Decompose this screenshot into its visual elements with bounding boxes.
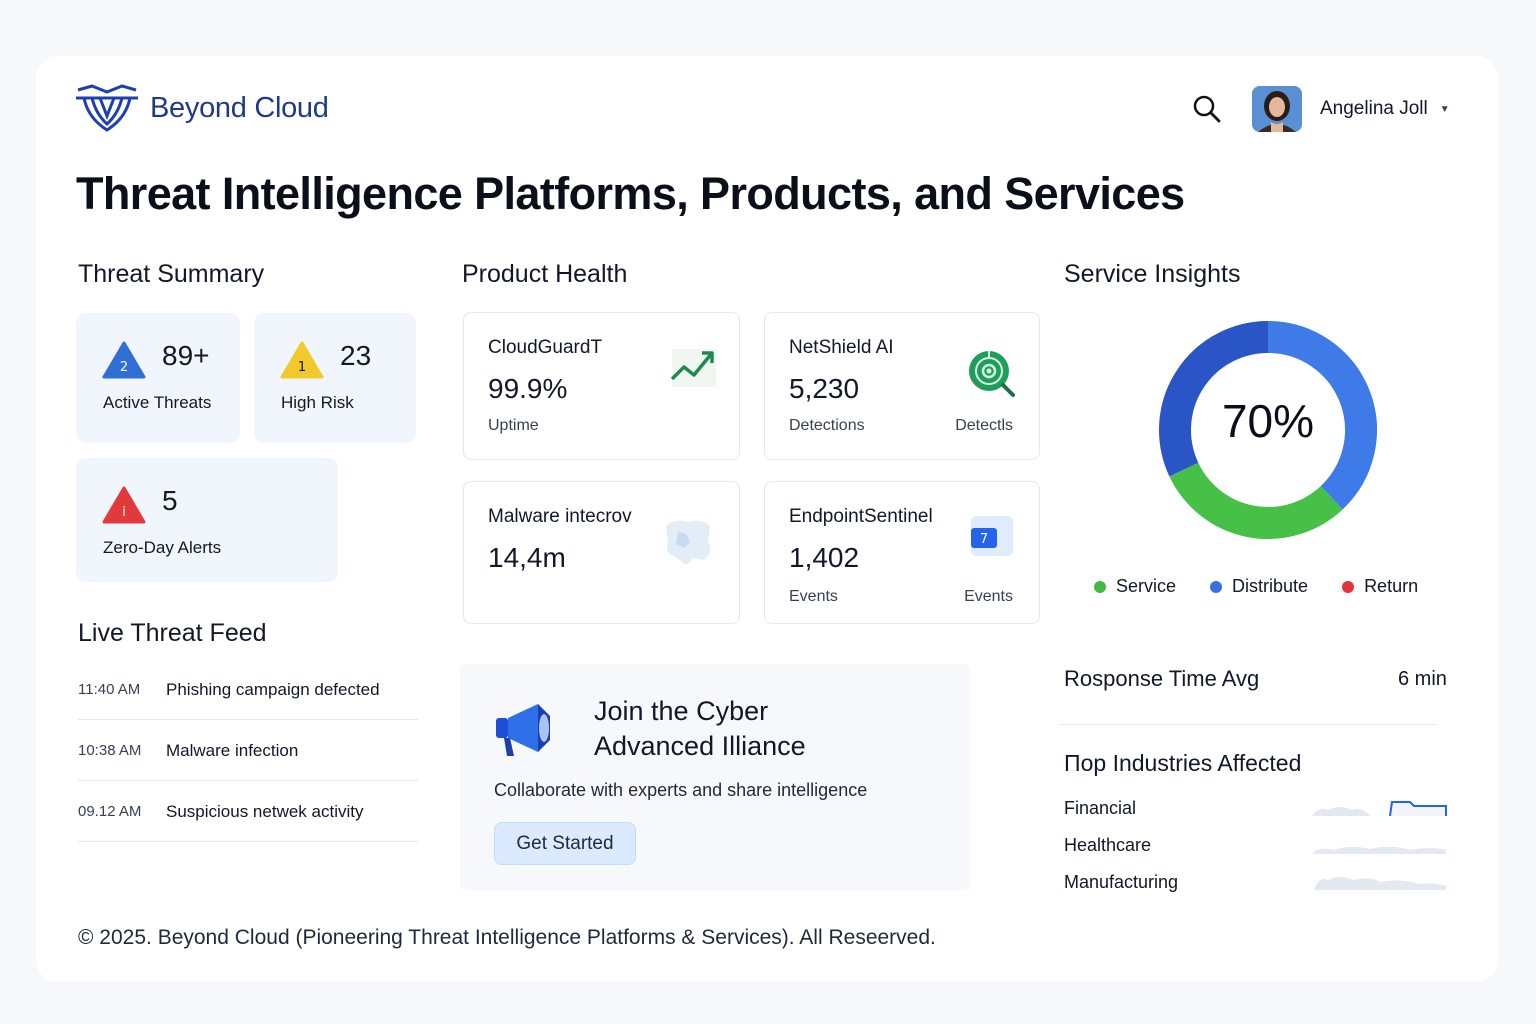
legend-dot <box>1210 580 1223 593</box>
calendar-icon: 7 <box>971 516 1013 556</box>
threat-count: 5 <box>162 485 178 516</box>
donut-slice-service <box>1169 462 1343 539</box>
feed-item[interactable]: 10:38 AM Malware infection <box>78 721 418 781</box>
search-icon[interactable] <box>1192 94 1222 124</box>
legend-dot <box>1342 580 1355 593</box>
donut-center-label: 70% <box>1221 395 1315 447</box>
live-feed-title: Live Threat Feed <box>78 619 267 647</box>
chart-legend: Service Distribute Return <box>1094 576 1418 597</box>
industry-sparkline <box>1312 800 1447 816</box>
industry-item-financial: Financial <box>1064 798 1137 818</box>
product-value: 99.9% <box>488 373 568 404</box>
industries-title: Πop Industries Affected <box>1064 750 1302 776</box>
svg-text:1: 1 <box>298 360 306 375</box>
warning-triangle-icon: i <box>102 486 146 524</box>
product-label: Detections <box>789 417 865 434</box>
threat-card-zero-day[interactable]: i 5 Zero-Day Alerts <box>76 458 338 582</box>
megaphone-icon <box>496 704 550 756</box>
product-label: Uptime <box>488 417 539 434</box>
product-name: NetShield AI <box>789 337 894 358</box>
feed-time: 10:38 AM <box>78 742 142 759</box>
feed-time: 09.12 AM <box>78 803 142 820</box>
industry-sparkline <box>1314 877 1446 890</box>
product-label: Events <box>789 588 838 605</box>
shield-logo-icon <box>76 84 138 132</box>
banner-subtitle: Collaborate with experts and share intel… <box>494 780 868 800</box>
legend-item-return: Return <box>1342 576 1418 597</box>
feed-time: 11:40 AM <box>78 681 141 698</box>
threat-label: Zero-Day Alerts <box>103 538 222 557</box>
divider <box>1060 724 1436 725</box>
threat-card-high-risk[interactable]: 1 23 High Risk <box>254 313 416 443</box>
svg-text:2: 2 <box>120 360 128 375</box>
service-insights-title: Service Insights <box>1064 260 1241 288</box>
threat-label: Active Threats <box>103 393 212 412</box>
feed-item[interactable]: 11:40 AM Phishing campaign defected <box>78 660 418 720</box>
threat-count: 89+ <box>162 340 210 371</box>
threat-label: High Risk <box>281 393 354 412</box>
user-name: Angelina Joll <box>1320 98 1428 119</box>
product-card-netshield[interactable]: NetShield AI 5,230 Detections Detectls <box>764 312 1040 460</box>
product-card-cloudguard[interactable]: CloudGuardT 99.9% Uptime <box>463 312 740 460</box>
industry-item-manufacturing: Manufacturing <box>1064 872 1179 892</box>
radar-icon <box>969 351 1015 397</box>
product-name: Malware intecrov <box>488 506 632 527</box>
page-title: Threat Intelligence Platforms, Products,… <box>76 168 1185 219</box>
threat-card-active[interactable]: 2 89+ Active Threats <box>76 313 240 443</box>
product-value: 5,230 <box>789 373 860 404</box>
avatar <box>1252 86 1302 132</box>
product-card-endpoint[interactable]: EndpointSentinel 1,402 Events Events 7 <box>764 481 1040 624</box>
footer-copyright: © 2025. Beyond Cloud (Pioneering Threat … <box>78 926 936 949</box>
map-icon <box>666 520 711 565</box>
product-name: CloudGuardT <box>488 337 603 358</box>
brand-name: Beyond Cloud <box>150 91 329 124</box>
legend-item-distribute: Distribute <box>1210 576 1308 597</box>
legend-dot <box>1094 580 1106 593</box>
feed-text: Suspicious netwek activity <box>166 801 364 821</box>
brand-logo[interactable]: Beyond Cloud <box>74 84 329 132</box>
chevron-down-icon[interactable]: ▼ <box>1440 104 1450 115</box>
industry-item-healthcare: Healthcare <box>1064 835 1152 855</box>
legend-item-service: Service <box>1094 576 1176 597</box>
svg-text:7: 7 <box>980 532 988 547</box>
product-card-malware[interactable]: Malware intecrov 14,4m <box>463 481 740 624</box>
threat-summary-title: Threat Summary <box>78 260 265 288</box>
banner-title: Join the Cyber Advanced Illiance <box>594 696 806 761</box>
svg-text:i: i <box>122 505 126 520</box>
get-started-button[interactable]: Get Started <box>494 822 636 865</box>
product-value: 14,4m <box>488 542 566 573</box>
trend-up-icon <box>670 349 716 387</box>
product-label-secondary: Detectls <box>955 417 1013 434</box>
user-menu[interactable]: Angelina Joll ▼ <box>1252 86 1450 132</box>
product-value: 1,402 <box>789 542 860 573</box>
feed-text: Malware infection <box>166 740 299 760</box>
product-label-secondary: Events <box>964 588 1013 605</box>
industry-sparkline <box>1312 846 1446 854</box>
feed-text: Phishing campaign defected <box>166 679 380 699</box>
response-time-value: 6 min <box>1398 668 1447 690</box>
feed-item[interactable]: 09.12 AM Suspicious netwek activity <box>78 782 418 842</box>
product-name: EndpointSentinel <box>789 506 933 527</box>
product-health-title: Product Health <box>462 260 628 288</box>
response-time-label: Rosponse Time Avg <box>1064 666 1260 691</box>
warning-triangle-icon: 1 <box>280 341 324 379</box>
dashboard-page: Beyond Cloud Angelina Joll ▼ Threat Inte… <box>36 56 1498 982</box>
join-alliance-banner: Join the Cyber Advanced Illiance Collabo… <box>460 664 970 890</box>
warning-triangle-icon: 2 <box>102 341 146 379</box>
threat-count: 23 <box>340 340 372 371</box>
